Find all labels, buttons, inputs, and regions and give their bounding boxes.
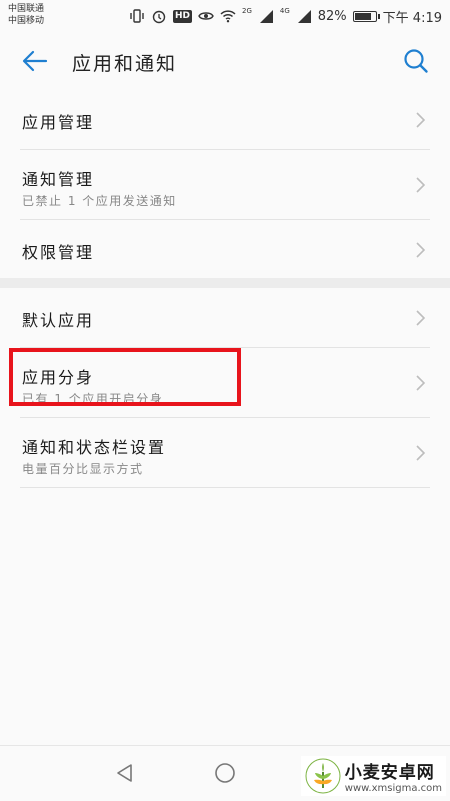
list-item-permission-management[interactable]: 权限管理 — [20, 220, 430, 280]
list-item-label: 通知和状态栏设置 — [22, 438, 167, 457]
carrier-2: 中国移动 — [8, 16, 45, 26]
network-type-1: 2G — [241, 7, 252, 15]
app-bar: 应用和通知 — [0, 32, 450, 90]
network-type-2: 4G — [279, 7, 290, 15]
chevron-right-icon — [416, 310, 426, 326]
list-item-label: 权限管理 — [22, 243, 95, 262]
clock: 下午 4:19 — [382, 10, 442, 26]
status-icons: HD 2G 4G 82% 下午 4:19 — [129, 7, 442, 26]
highlight-box — [9, 348, 241, 406]
vibrate-icon — [130, 9, 144, 23]
settings-group-1: 应用管理 通知管理 已禁止 1 个应用发送通知 权限管理 — [0, 90, 450, 280]
list-item-notification-management[interactable]: 通知管理 已禁止 1 个应用发送通知 — [20, 150, 430, 220]
status-bar: 中国联通 中国移动 HD 2G 4G 82% 下午 4:19 — [0, 0, 450, 32]
battery-fill — [354, 12, 371, 20]
signal-icon-2 — [297, 10, 311, 23]
list-item-app-management[interactable]: 应用管理 — [20, 90, 430, 150]
list-item-notification-statusbar-settings[interactable]: 通知和状态栏设置 电量百分比显示方式 — [20, 418, 430, 488]
carrier-1: 中国联通 — [8, 4, 45, 14]
leaf-logo-icon — [305, 758, 341, 794]
chevron-right-icon — [416, 112, 426, 128]
watermark-name: 小麦安卓网 — [344, 763, 435, 783]
back-arrow-icon[interactable] — [20, 46, 50, 76]
battery-icon — [352, 10, 380, 22]
list-item-subtitle: 已禁止 1 个应用发送通知 — [22, 194, 177, 208]
wifi-icon — [220, 10, 236, 23]
page-title: 应用和通知 — [72, 53, 178, 75]
list-item-default-apps[interactable]: 默认应用 — [20, 288, 430, 348]
alarm-icon — [152, 10, 166, 24]
list-item-label: 通知管理 — [22, 170, 95, 189]
chevron-right-icon — [416, 445, 426, 461]
eye-icon — [198, 12, 214, 20]
list-item-subtitle: 电量百分比显示方式 — [22, 462, 144, 476]
battery-percent: 82% — [317, 8, 347, 24]
search-icon[interactable] — [402, 47, 430, 75]
list-item-label: 默认应用 — [22, 311, 95, 330]
chevron-right-icon — [416, 177, 426, 193]
home-circle-icon[interactable] — [213, 761, 237, 785]
watermark-url: www.xmsigma.com — [344, 783, 442, 794]
chevron-right-icon — [416, 375, 426, 391]
carrier-info: 中国联通 中国移动 — [8, 3, 44, 27]
section-divider — [0, 278, 450, 288]
back-triangle-icon[interactable] — [113, 761, 137, 785]
signal-icon-1 — [259, 10, 273, 23]
watermark: 小麦安卓网 www.xmsigma.com — [300, 756, 446, 796]
chevron-right-icon — [416, 242, 426, 258]
list-item-label: 应用管理 — [22, 113, 95, 132]
hd-badge: HD — [172, 9, 192, 23]
